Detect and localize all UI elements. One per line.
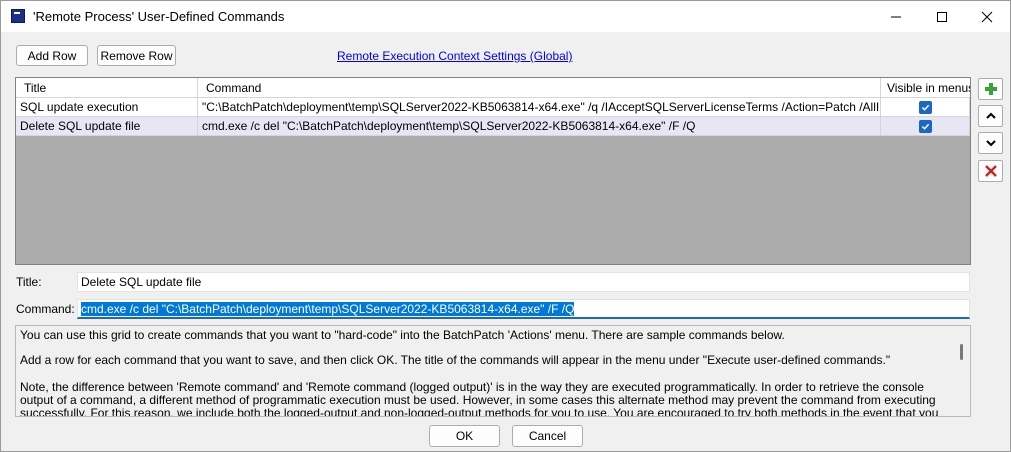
scrollbar-thumb[interactable] xyxy=(960,344,963,360)
visible-checkbox[interactable] xyxy=(918,119,932,133)
cell-title[interactable]: SQL update execution xyxy=(16,98,198,116)
title-bar[interactable]: 'Remote Process' User-Defined Commands xyxy=(1,1,1010,32)
cell-command[interactable]: "C:\BatchPatch\deployment\temp\SQLServer… xyxy=(198,98,881,116)
maximize-icon xyxy=(937,11,947,22)
add-row-button[interactable]: Add Row xyxy=(16,45,88,66)
close-button[interactable] xyxy=(964,1,1010,32)
delete-command-button[interactable] xyxy=(978,160,1003,182)
visible-checkbox[interactable] xyxy=(918,100,932,114)
title-field[interactable]: Delete SQL update file xyxy=(77,272,970,292)
move-up-button[interactable] xyxy=(978,105,1003,127)
check-icon xyxy=(921,123,929,130)
cell-command[interactable]: cmd.exe /c del "C:\BatchPatch\deployment… xyxy=(198,117,881,135)
arrow-down-icon xyxy=(985,140,996,147)
info-paragraph: You can use this grid to create commands… xyxy=(20,328,785,342)
cell-title[interactable]: Delete SQL update file xyxy=(16,117,198,135)
info-textbox[interactable]: You can use this grid to create commands… xyxy=(15,325,971,417)
minimize-icon xyxy=(891,16,901,17)
command-field[interactable]: cmd.exe /c del "C:\BatchPatch\deployment… xyxy=(77,299,970,319)
maximize-button[interactable] xyxy=(919,1,965,32)
ok-button[interactable]: OK xyxy=(429,425,500,447)
column-header-title[interactable]: Title xyxy=(16,78,198,98)
delete-icon xyxy=(984,165,997,177)
context-settings-link[interactable]: Remote Execution Context Settings (Globa… xyxy=(337,49,572,63)
table-row[interactable]: SQL update execution "C:\BatchPatch\depl… xyxy=(16,98,970,117)
info-paragraph: Note, the difference between 'Remote com… xyxy=(20,380,939,417)
add-command-button[interactable] xyxy=(978,78,1003,100)
arrow-up-icon xyxy=(985,112,996,119)
cell-visible[interactable] xyxy=(881,117,970,135)
check-icon xyxy=(921,104,929,111)
column-header-command[interactable]: Command xyxy=(198,78,881,98)
dialog-window: 'Remote Process' User-Defined Commands A… xyxy=(0,0,1011,452)
remove-row-button[interactable]: Remove Row xyxy=(97,45,176,66)
plus-icon xyxy=(984,83,997,95)
grid-header: Title Command Visible in menus xyxy=(16,78,970,98)
commands-grid[interactable]: Title Command Visible in menus SQL updat… xyxy=(15,77,971,265)
cancel-button[interactable]: Cancel xyxy=(512,425,583,447)
column-header-visible[interactable]: Visible in menus xyxy=(881,78,970,98)
title-label: Title: xyxy=(16,275,42,289)
table-row[interactable]: Delete SQL update file cmd.exe /c del "C… xyxy=(16,117,970,136)
window-title: 'Remote Process' User-Defined Commands xyxy=(33,9,285,24)
command-label: Command: xyxy=(16,302,75,316)
minimize-button[interactable] xyxy=(873,1,919,32)
app-icon xyxy=(11,9,25,23)
close-icon xyxy=(981,11,993,22)
command-field-selected-text: cmd.exe /c del "C:\BatchPatch\deployment… xyxy=(81,302,575,316)
move-down-button[interactable] xyxy=(978,132,1003,154)
cell-visible[interactable] xyxy=(881,98,970,116)
info-paragraph: Add a row for each command that you want… xyxy=(20,353,891,367)
